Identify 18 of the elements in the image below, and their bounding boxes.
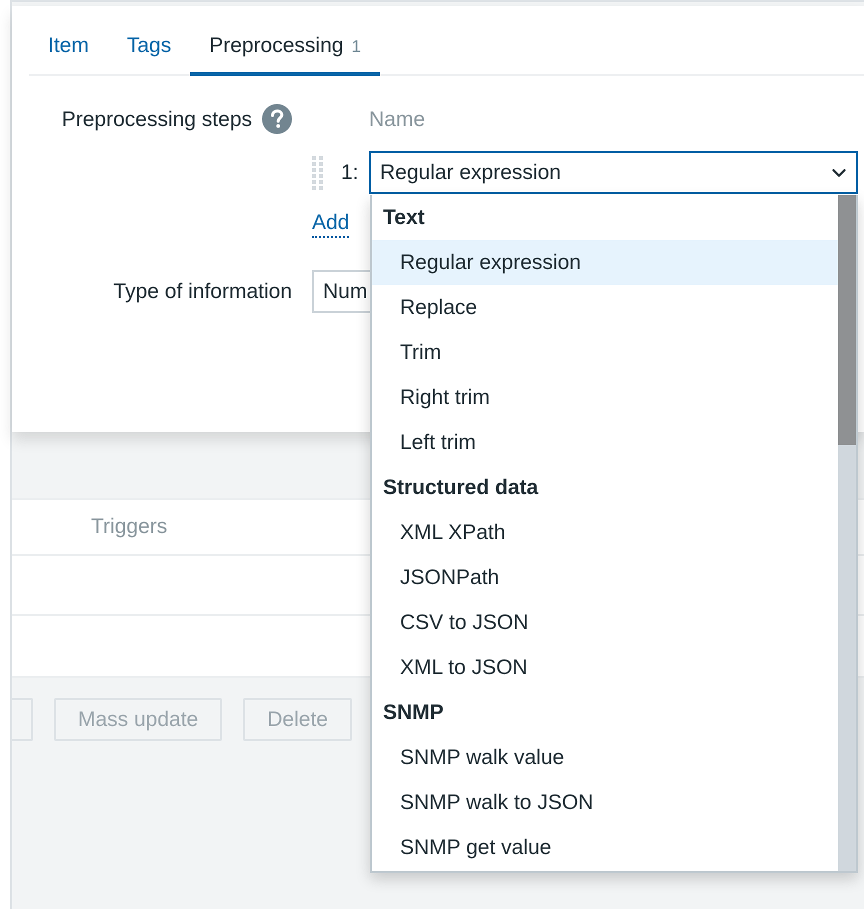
group-header: Text — [382, 204, 426, 231]
column-header: Triggers — [91, 514, 168, 540]
group-header: SNMP — [382, 700, 445, 726]
step-type-select[interactable]: Regular expression — [369, 151, 858, 194]
drag-handle-icon[interactable] — [312, 156, 323, 190]
tab[interactable]: Item — [29, 20, 108, 76]
step-number: 1: — [341, 160, 360, 186]
field-label: Preprocessing steps — [62, 106, 252, 132]
field-label: Type of information — [112, 278, 292, 305]
column-header: Name — [369, 106, 426, 132]
tab[interactable]: Tags — [108, 20, 190, 76]
help-icon[interactable] — [262, 104, 292, 134]
add-link[interactable]: Add — [312, 210, 350, 238]
menu-option[interactable]: Regular expression — [372, 240, 838, 285]
group-header: Structured data — [382, 474, 540, 501]
scrollbar-thumb[interactable] — [838, 195, 856, 445]
tab[interactable]: Preprocessing 1 — [190, 20, 380, 76]
scrollbar-track[interactable] — [838, 195, 856, 871]
